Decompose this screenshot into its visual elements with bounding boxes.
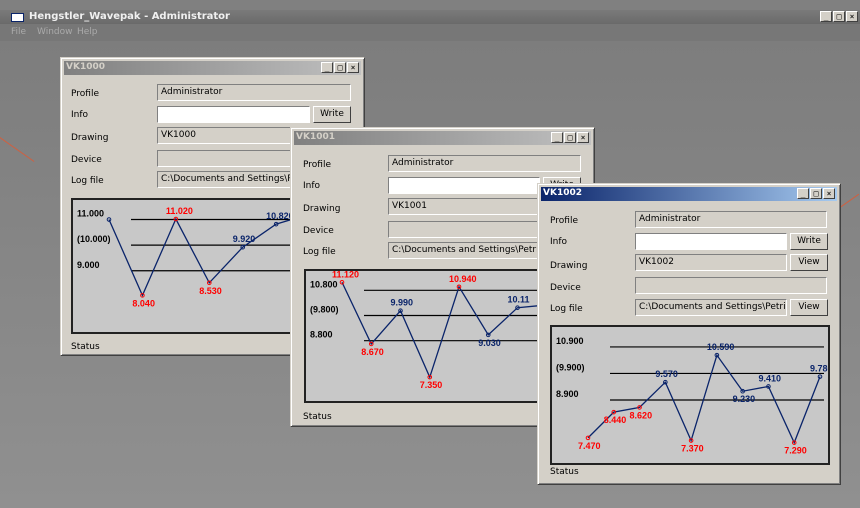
data-label: 7.470 bbox=[578, 441, 601, 451]
info-input[interactable] bbox=[388, 177, 540, 194]
window-vk1002: VK1002 _ □ × Profile Administrator Info … bbox=[537, 183, 841, 485]
info-label: Info bbox=[303, 181, 321, 191]
minimize-icon[interactable]: _ bbox=[551, 132, 563, 143]
profile-field: Administrator bbox=[388, 155, 581, 172]
data-label: 10.11 bbox=[508, 295, 530, 305]
profile-label: Profile bbox=[71, 89, 99, 99]
profile-label: Profile bbox=[550, 216, 578, 226]
logfile-label: Log file bbox=[71, 176, 104, 186]
window-controls: _ □ × bbox=[797, 188, 835, 199]
data-label: 9.230 bbox=[733, 394, 756, 404]
data-label: 8.530 bbox=[199, 286, 222, 296]
data-label: 10.590 bbox=[707, 342, 735, 352]
chart: 10.900 (9.900) 8.900 7.470 8.440 8.620 9.570 7.… bbox=[550, 325, 830, 465]
app-title: Hengstler_Wavepak - Administrator bbox=[29, 11, 230, 22]
profile-label: Profile bbox=[303, 160, 331, 170]
close-icon[interactable]: × bbox=[823, 188, 835, 199]
write-button[interactable]: Write bbox=[790, 233, 828, 250]
data-label: 9.030 bbox=[478, 338, 501, 348]
status-label: Status bbox=[303, 412, 332, 422]
device-field bbox=[635, 277, 827, 294]
info-label: Info bbox=[550, 237, 568, 247]
workspace-decoration bbox=[0, 137, 35, 162]
limit-label: 8.800 bbox=[310, 330, 333, 340]
drawing-label: Drawing bbox=[71, 133, 109, 143]
close-icon[interactable]: × bbox=[347, 62, 359, 73]
window-controls: _ □ × bbox=[321, 62, 359, 73]
maximize-icon[interactable]: □ bbox=[334, 62, 346, 73]
device-label: Device bbox=[303, 226, 334, 236]
data-label: 7.290 bbox=[784, 446, 807, 456]
data-label: 7.350 bbox=[420, 380, 443, 390]
window-title: VK1002 bbox=[543, 188, 582, 198]
window-controls: _ □ × bbox=[551, 132, 589, 143]
data-label: 11.020 bbox=[166, 206, 193, 216]
minimize-icon[interactable]: _ bbox=[321, 62, 333, 73]
window-title-bar[interactable]: VK1002 _ □ × bbox=[541, 187, 837, 201]
menu-bar: File Window Help bbox=[0, 24, 860, 41]
limit-label: 9.000 bbox=[77, 260, 100, 270]
limit-label: 10.800 bbox=[310, 279, 338, 289]
logfile-label: Log file bbox=[303, 247, 336, 257]
close-icon[interactable]: × bbox=[846, 11, 858, 22]
maximize-icon[interactable]: □ bbox=[833, 11, 845, 22]
data-label: 9.570 bbox=[655, 369, 678, 379]
data-label: 11.120 bbox=[332, 271, 359, 279]
maximize-icon[interactable]: □ bbox=[810, 188, 822, 199]
info-label: Info bbox=[71, 110, 89, 120]
menu-help[interactable]: Help bbox=[77, 27, 98, 37]
profile-field: Administrator bbox=[157, 84, 351, 101]
close-icon[interactable]: × bbox=[577, 132, 589, 143]
data-label: 9.920 bbox=[233, 234, 256, 244]
chart-svg: 10.900 (9.900) 8.900 7.470 8.440 8.620 9.570 7.… bbox=[556, 336, 828, 456]
data-label: 8.040 bbox=[132, 298, 155, 308]
limit-label: 8.900 bbox=[556, 389, 579, 399]
minimize-icon[interactable]: _ bbox=[820, 11, 832, 22]
drawing-label: Drawing bbox=[550, 261, 588, 271]
logfile-label: Log file bbox=[550, 304, 583, 314]
window-title-bar[interactable]: VK1000 _ □ × bbox=[64, 61, 361, 75]
status-label: Status bbox=[550, 467, 579, 477]
window-title: VK1000 bbox=[66, 62, 105, 72]
minimize-icon[interactable]: _ bbox=[797, 188, 809, 199]
window-title: VK1001 bbox=[296, 132, 335, 142]
status-label: Status bbox=[71, 342, 100, 352]
device-label: Device bbox=[71, 155, 102, 165]
data-label: 7.370 bbox=[681, 444, 704, 454]
write-button[interactable]: Write bbox=[313, 106, 351, 123]
menu-file[interactable]: File bbox=[11, 27, 26, 37]
info-input[interactable] bbox=[635, 233, 787, 250]
limit-label: (9.800) bbox=[310, 304, 339, 314]
series-line bbox=[587, 353, 821, 445]
limit-label: 10.900 bbox=[556, 336, 584, 346]
maximize-icon[interactable]: □ bbox=[564, 132, 576, 143]
data-label: 8.670 bbox=[361, 347, 384, 357]
data-label: 8.620 bbox=[630, 410, 653, 420]
view-button[interactable]: View bbox=[790, 254, 828, 271]
limit-label: 11.000 bbox=[77, 209, 104, 219]
data-label: 9.990 bbox=[391, 298, 414, 308]
logfile-field: C:\Documents and Settings\Petrik\Ap bbox=[635, 299, 787, 316]
window-title-bar[interactable]: VK1001 _ □ × bbox=[294, 131, 591, 145]
data-label: 8.440 bbox=[604, 415, 627, 425]
profile-field: Administrator bbox=[635, 211, 827, 228]
data-label: 9.780 bbox=[810, 364, 828, 374]
info-input[interactable] bbox=[157, 106, 310, 123]
data-label: 10.940 bbox=[449, 274, 477, 284]
device-label: Device bbox=[550, 283, 581, 293]
app-icon bbox=[11, 13, 24, 22]
menu-window[interactable]: Window bbox=[37, 27, 73, 37]
main-window-controls: _ □ × bbox=[820, 11, 858, 22]
main-title-bar[interactable]: Hengstler_Wavepak - Administrator _ □ × bbox=[0, 10, 860, 24]
limit-label: (10.000) bbox=[77, 234, 111, 244]
drawing-field: VK1002 bbox=[635, 254, 787, 271]
data-label: 9.410 bbox=[758, 373, 781, 383]
view-button[interactable]: View bbox=[790, 299, 828, 316]
limit-label: (9.900) bbox=[556, 362, 585, 372]
drawing-label: Drawing bbox=[303, 204, 341, 214]
